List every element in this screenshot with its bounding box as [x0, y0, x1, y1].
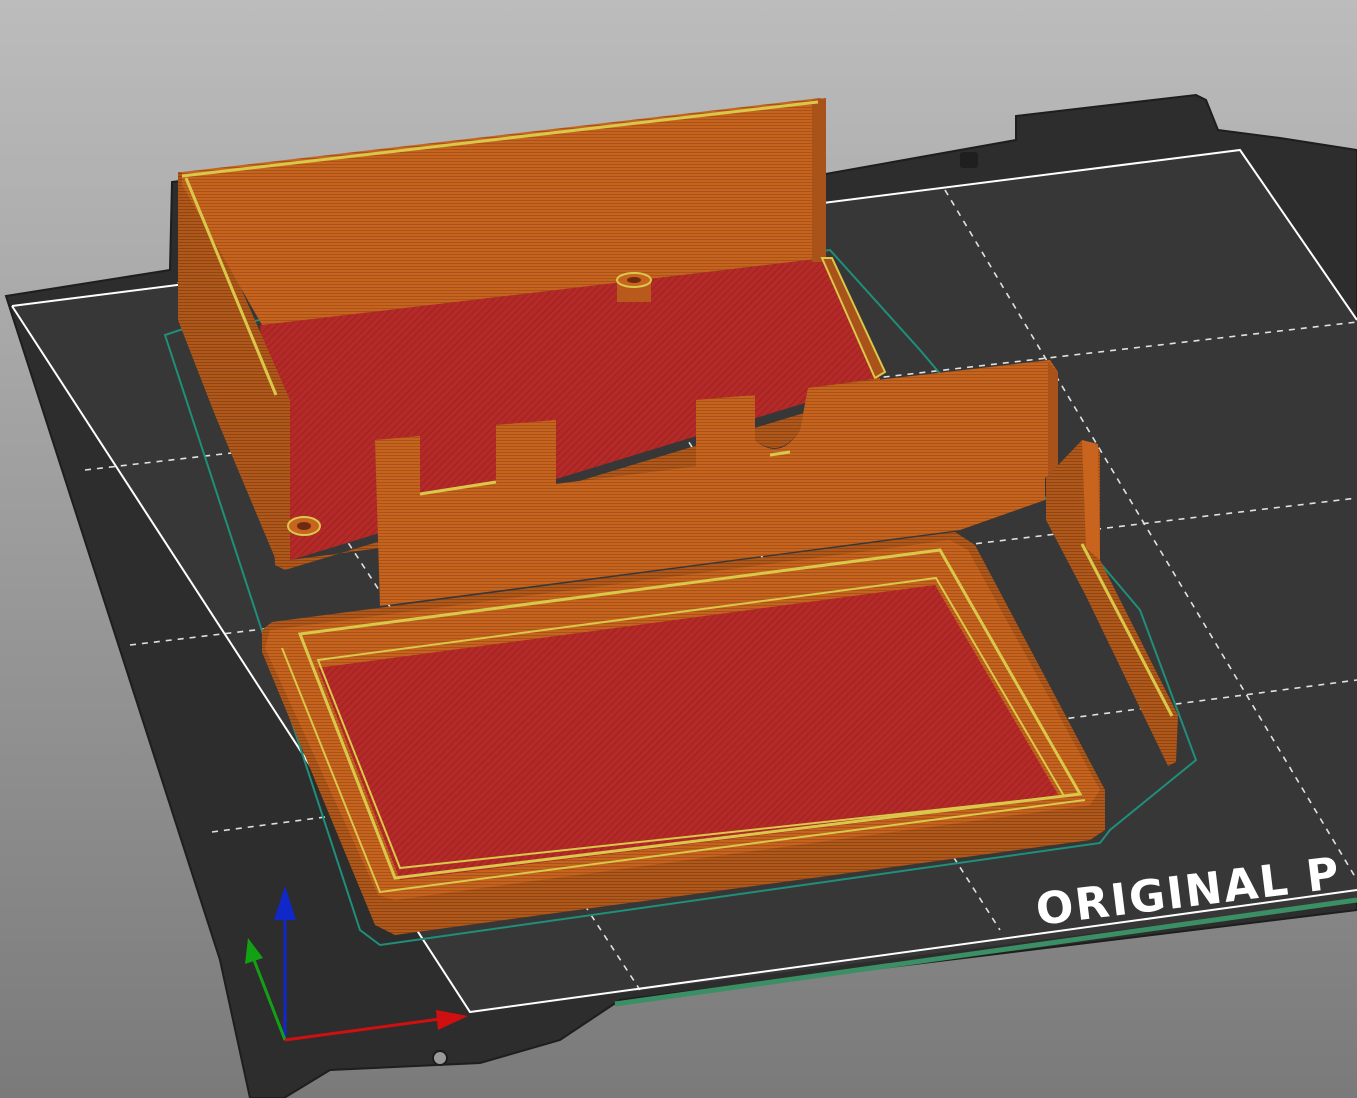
scene-canvas[interactable]: ORIGINAL P: [0, 0, 1357, 1098]
mounting-boss-top: [616, 272, 652, 302]
back-box-right-wall: [812, 98, 826, 262]
bed-screw-hole: [432, 1050, 448, 1066]
bed-pin: [960, 152, 978, 168]
mounting-boss-corner: [287, 516, 321, 536]
3d-viewport[interactable]: ORIGINAL P: [0, 0, 1357, 1098]
side-panel-right-edge: [1048, 362, 1058, 480]
